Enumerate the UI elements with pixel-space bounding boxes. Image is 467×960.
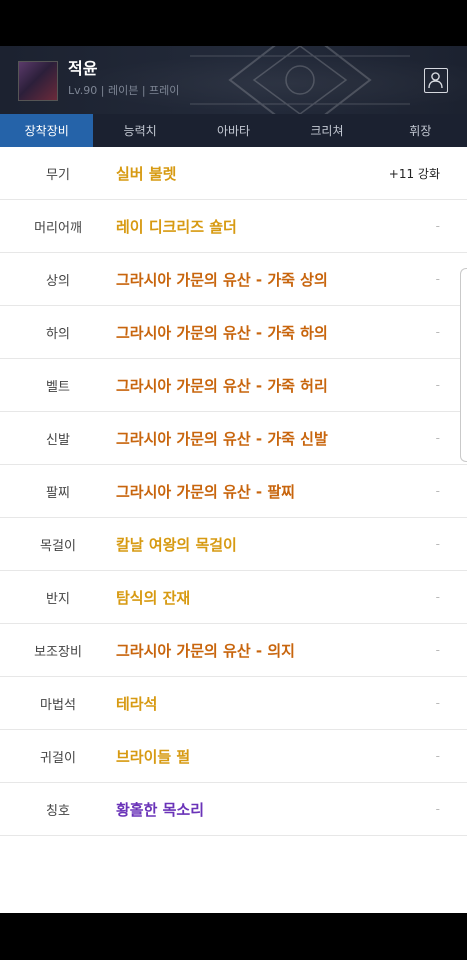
equipment-row-title[interactable]: 칭호 황홀한 목소리 -	[0, 783, 467, 836]
item-extra: -	[435, 590, 440, 604]
item-name[interactable]: 그라시아 가문의 유산 - 의지	[116, 624, 295, 676]
item-extra: -	[435, 378, 440, 392]
item-extra: -	[435, 802, 440, 816]
profile-button[interactable]	[424, 68, 448, 93]
item-extra: -	[435, 749, 440, 763]
item-name[interactable]: 탐식의 잔재	[116, 571, 190, 623]
tab-bar: 장착장비 능력치 아바타 크리쳐 휘장	[0, 114, 467, 147]
status-bar-area	[0, 0, 467, 46]
item-name[interactable]: 그라시아 가문의 유산 - 가죽 상의	[116, 253, 328, 305]
equipment-row-earring[interactable]: 귀걸이 브라이들 펄 -	[0, 730, 467, 783]
slot-label: 신발	[46, 432, 70, 448]
navigation-bar-area	[0, 913, 467, 960]
item-name[interactable]: 그라시아 가문의 유산 - 가죽 허리	[116, 359, 328, 411]
edge-panel-handle[interactable]	[460, 268, 467, 462]
item-name[interactable]: 브라이들 펄	[116, 730, 190, 782]
slot-label: 무기	[46, 167, 70, 183]
equipment-list: 무기 실버 불렛 +11 강화 머리어깨 레이 디크리즈 숄더 - 상의 그라시…	[0, 147, 467, 913]
tab-label: 장착장비	[24, 124, 69, 138]
item-extra: +11 강화	[388, 166, 440, 181]
item-extra: -	[435, 272, 440, 286]
slot-label: 칭호	[46, 803, 70, 819]
character-avatar	[18, 61, 58, 101]
slot-label: 목걸이	[40, 538, 76, 554]
item-extra: -	[435, 219, 440, 233]
slot-label: 귀걸이	[40, 750, 76, 766]
slot-label: 팔찌	[46, 485, 70, 501]
equipment-row-necklace[interactable]: 목걸이 칼날 여왕의 목걸이 -	[0, 518, 467, 571]
item-extra: -	[435, 431, 440, 445]
character-name: 적윤	[68, 59, 98, 78]
equipment-row-bracelet[interactable]: 팔찌 그라시아 가문의 유산 - 팔찌 -	[0, 465, 467, 518]
tab-label: 크리쳐	[310, 124, 344, 138]
equipment-row-sub-equipment[interactable]: 보조장비 그라시아 가문의 유산 - 의지 -	[0, 624, 467, 677]
equipment-row-magic-stone[interactable]: 마법석 테라석 -	[0, 677, 467, 730]
item-name[interactable]: 테라석	[116, 677, 157, 729]
item-name[interactable]: 황홀한 목소리	[116, 783, 204, 835]
item-extra: -	[435, 537, 440, 551]
tab-avatar[interactable]: 아바타	[187, 114, 280, 147]
tab-emblem[interactable]: 휘장	[374, 114, 467, 147]
equipment-row-shoes[interactable]: 신발 그라시아 가문의 유산 - 가죽 신발 -	[0, 412, 467, 465]
item-name[interactable]: 그라시아 가문의 유산 - 가죽 하의	[116, 306, 328, 358]
tab-label: 아바타	[216, 124, 251, 138]
tab-stats[interactable]: 능력치	[93, 114, 186, 147]
emblem-pattern-decoration	[190, 46, 410, 114]
tab-label: 휘장	[409, 124, 432, 138]
tab-equipment[interactable]: 장착장비	[0, 114, 94, 147]
item-name[interactable]: 레이 디크리즈 숄더	[116, 200, 237, 252]
item-extra: -	[435, 484, 440, 498]
equipment-row-weapon[interactable]: 무기 실버 불렛 +11 강화	[0, 147, 467, 200]
item-name[interactable]: 그라시아 가문의 유산 - 팔찌	[116, 465, 295, 517]
item-name[interactable]: 그라시아 가문의 유산 - 가죽 신발	[116, 412, 328, 464]
item-name[interactable]: 칼날 여왕의 목걸이	[116, 518, 237, 570]
equipment-row-ring[interactable]: 반지 탐식의 잔재 -	[0, 571, 467, 624]
slot-label: 머리어깨	[34, 220, 82, 236]
slot-label: 마법석	[40, 697, 76, 713]
equipment-row-top[interactable]: 상의 그라시아 가문의 유산 - 가죽 상의 -	[0, 253, 467, 306]
item-extra: -	[435, 696, 440, 710]
equipment-row-bottom[interactable]: 하의 그라시아 가문의 유산 - 가죽 하의 -	[0, 306, 467, 359]
slot-label: 반지	[46, 591, 70, 607]
character-info: Lv.90 | 레이븐 | 프레이	[68, 84, 180, 97]
item-extra: -	[435, 325, 440, 339]
character-header: 적윤 Lv.90 | 레이븐 | 프레이	[0, 46, 467, 114]
slot-label: 보조장비	[34, 644, 82, 660]
equipment-row-head-shoulder[interactable]: 머리어깨 레이 디크리즈 숄더 -	[0, 200, 467, 253]
item-name[interactable]: 실버 불렛	[116, 147, 176, 199]
person-icon	[428, 72, 443, 89]
slot-label: 상의	[46, 273, 70, 289]
tab-creature[interactable]: 크리쳐	[280, 114, 373, 147]
equipment-row-belt[interactable]: 벨트 그라시아 가문의 유산 - 가죽 허리 -	[0, 359, 467, 412]
tab-label: 능력치	[123, 124, 157, 138]
slot-label: 하의	[46, 326, 70, 342]
item-extra: -	[435, 643, 440, 657]
slot-label: 벨트	[46, 379, 70, 395]
